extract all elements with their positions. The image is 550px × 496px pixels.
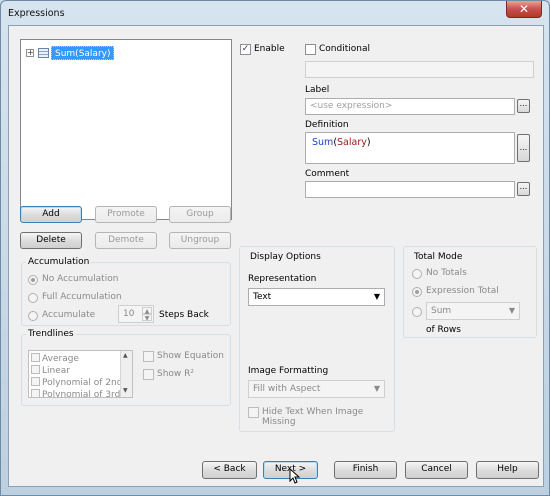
accumulation-group: Accumulation No Accumulation Full Accumu… [21,257,231,326]
of-rows-label: of Rows [426,325,461,335]
trendline-label: Polynomial of 2nd d [42,378,132,388]
stepper-down-icon[interactable]: ▼ [142,314,152,322]
trendline-checkbox[interactable] [31,389,40,397]
no-totals-radio[interactable] [412,269,422,279]
display-options-group: Display Options Representation Text ▼ Im… [239,246,395,432]
show-equation-label: Show Equation [157,351,225,361]
chevron-down-icon: ▼ [373,384,380,393]
table-icon [38,48,49,58]
trendlines-title: Trendlines [26,329,76,339]
definition-browse-button[interactable]: ... [517,134,530,162]
accumulation-title: Accumulation [26,257,92,267]
total-function-value: Sum [431,306,452,316]
full-accumulation-label: Full Accumulation [42,292,122,302]
conditional-field[interactable] [305,61,534,78]
representation-value: Text [253,292,272,302]
total-function-dropdown[interactable]: Sum ▼ [426,302,520,320]
delete-button[interactable]: Delete [20,232,82,249]
label-input[interactable]: <use expression> [305,98,515,115]
trendlines-group: Trendlines Average Linear Polynomial of … [21,329,231,406]
steps-value: 10 [123,309,135,319]
label-browse-button[interactable]: ... [517,99,530,113]
comment-browse-button[interactable]: ... [517,182,530,196]
show-r2-label: Show R² [157,369,195,379]
definition-field: Salary [337,137,367,148]
conditional-checkbox[interactable] [305,44,316,55]
window-title: Expressions [8,8,65,19]
demote-button[interactable]: Demote [95,232,157,249]
ungroup-button[interactable]: Ungroup [169,232,231,249]
stepper-up-icon[interactable]: ▲ [142,307,152,315]
back-button[interactable]: < Back [202,461,257,479]
definition-text: Sum(Salary) [312,137,371,148]
trendlines-scrollbar[interactable]: ▲ ▼ [120,351,132,397]
close-button[interactable]: ✕ [506,1,542,18]
total-mode-title: Total Mode [414,252,463,262]
mouse-cursor-icon [289,468,301,484]
chevron-down-icon: ▼ [508,306,515,315]
scroll-up-icon[interactable]: ▲ [123,352,128,359]
definition-heading: Definition [305,120,349,130]
representation-label: Representation [248,274,317,284]
comment-input[interactable] [305,181,515,198]
conditional-label: Conditional [319,44,370,54]
image-formatting-dropdown[interactable]: Fill with Aspect ▼ [248,380,385,398]
accumulate-radio[interactable] [28,311,38,321]
expand-icon[interactable]: + [26,49,34,57]
hide-text-label: Hide Text When Image Missing [262,407,364,427]
trendline-item[interactable]: Polynomial of 2nd d [31,377,131,389]
expression-total-radio[interactable] [412,287,422,297]
image-formatting-label: Image Formatting [248,366,329,376]
accumulate-label: Accumulate [42,310,96,320]
expression-tree[interactable]: + Sum(Salary) [20,39,232,220]
no-accumulation-radio[interactable] [28,275,38,285]
expression-total-label: Expression Total [426,286,499,296]
group-button[interactable]: Group [169,206,231,223]
steps-back-label: Steps Back [159,310,209,320]
sum-of-rows-radio[interactable] [412,307,422,317]
finish-button[interactable]: Finish [334,461,397,479]
title-bar: Expressions ✕ [1,1,549,25]
trendline-item[interactable]: Average [31,353,79,365]
cancel-button[interactable]: Cancel [405,461,468,479]
scroll-down-icon[interactable]: ▼ [123,387,128,394]
no-totals-label: No Totals [426,268,467,278]
trendline-item[interactable]: Linear [31,365,70,377]
definition-input[interactable]: Sum(Salary) [305,132,515,164]
trendline-item[interactable]: Polynomial of 3rd d [31,389,129,398]
no-accumulation-label: No Accumulation [42,274,119,284]
enable-checkbox[interactable]: ✓ [240,44,251,55]
show-r2-checkbox[interactable] [143,369,154,380]
chevron-down-icon: ▼ [373,292,380,301]
show-equation-checkbox[interactable] [143,351,154,362]
definition-func: Sum [312,137,334,148]
trendline-label: Average [42,354,79,364]
display-options-title: Display Options [250,252,321,262]
label-heading: Label [305,85,330,95]
label-placeholder: <use expression> [310,101,393,111]
definition-close-paren: ) [366,137,371,148]
trendline-checkbox[interactable] [31,353,40,362]
add-button[interactable]: Add [20,206,82,223]
expressions-dialog: Expressions ✕ + Sum(Salary) Add Promote … [0,0,550,496]
full-accumulation-radio[interactable] [28,293,38,303]
trendline-checkbox[interactable] [31,365,40,374]
trendline-checkbox[interactable] [31,377,40,386]
help-button[interactable]: Help [476,461,539,479]
representation-dropdown[interactable]: Text ▼ [248,288,385,306]
enable-label: Enable [254,44,285,54]
dialog-client-area: + Sum(Salary) Add Promote Group Delete D… [8,25,544,487]
trendlines-list[interactable]: Average Linear Polynomial of 2nd d Polyn… [28,350,133,398]
image-formatting-value: Fill with Aspect [253,384,321,394]
promote-button[interactable]: Promote [95,206,157,223]
comment-heading: Comment [305,169,350,179]
steps-back-stepper[interactable]: 10 ▲ ▼ [118,305,154,323]
trendline-label: Linear [42,366,70,376]
hide-text-checkbox[interactable] [248,407,259,418]
total-mode-group: Total Mode No Totals Expression Total Su… [403,246,537,338]
trendline-label: Polynomial of 3rd d [42,390,129,398]
tree-item-sum-salary[interactable]: Sum(Salary) [51,46,115,60]
